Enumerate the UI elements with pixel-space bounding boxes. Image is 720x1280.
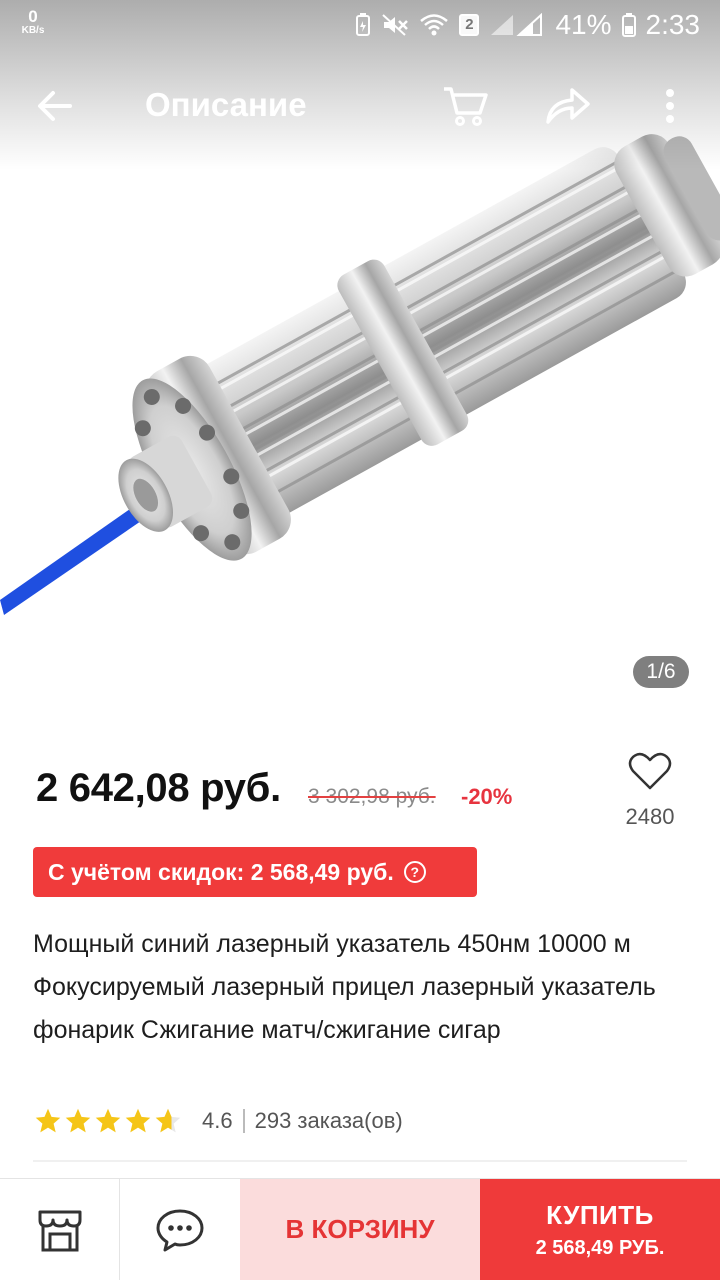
product-title: Мощный синий лазерный указатель 450нм 10… <box>33 930 656 1044</box>
store-icon <box>38 1210 81 1251</box>
image-counter: 1/6 <box>633 656 689 688</box>
section-divider <box>33 1160 687 1162</box>
discount-price-banner[interactable]: С учётом скидок: 2 568,49 руб. ? <box>33 847 477 897</box>
clock: 2:33 <box>645 9 701 40</box>
wifi-icon <box>419 13 449 37</box>
network-speed: 0 KB/s <box>18 8 48 36</box>
back-button[interactable] <box>30 84 78 128</box>
more-vert-icon <box>666 89 674 123</box>
back-arrow-icon <box>38 91 72 121</box>
heart-icon <box>628 752 672 790</box>
half-star-icon <box>155 1108 181 1133</box>
more-button[interactable] <box>652 82 688 130</box>
star-icon <box>35 1108 61 1133</box>
page-title: Описание <box>145 86 307 123</box>
wishlist-count: 2480 <box>625 804 675 829</box>
store-button[interactable] <box>0 1179 120 1280</box>
chat-icon <box>156 1209 204 1251</box>
star-icon <box>95 1108 121 1133</box>
battery-icon <box>621 13 636 37</box>
network-speed-unit: KB/s <box>21 25 45 36</box>
product-price: 2 642,08 руб. <box>36 766 281 810</box>
buy-now-label: КУПИТЬ <box>546 1199 654 1230</box>
app-bar: Описание <box>0 70 720 142</box>
star-icon <box>65 1108 91 1133</box>
orders-count: 293 заказа(ов) <box>254 1108 403 1133</box>
discount-badge: -20% <box>461 784 513 809</box>
wishlist-button[interactable] <box>620 746 680 796</box>
rating-row[interactable]: 4.6 293 заказа(ов) <box>34 1104 403 1138</box>
battery-percent: 41% <box>555 9 612 40</box>
rating-score: 4.6 <box>202 1108 233 1133</box>
buy-now-price: 2 568,49 РУБ. <box>535 1236 665 1259</box>
bottom-action-bar: В КОРЗИНУ КУПИТЬ 2 568,49 РУБ. <box>0 1178 720 1280</box>
share-button[interactable] <box>540 82 596 130</box>
network-speed-value: 0 <box>28 7 38 26</box>
status-icons: 2 41% 2:33 <box>355 8 700 42</box>
buy-now-button[interactable]: КУПИТЬ 2 568,49 РУБ. <box>480 1179 720 1280</box>
help-icon[interactable]: ? <box>403 861 426 883</box>
cart-button[interactable] <box>438 82 492 130</box>
rating-stars <box>34 1107 182 1135</box>
chat-button[interactable] <box>120 1179 240 1280</box>
product-page: 1/6 0 KB/s 2 41% 2:33 Описание 2 642,08 … <box>0 0 720 1280</box>
add-to-cart-button[interactable]: В КОРЗИНУ <box>240 1179 480 1280</box>
battery-saver-icon <box>355 13 371 37</box>
signal-icon <box>489 13 545 37</box>
cart-icon <box>444 87 488 126</box>
original-price: 3 302,98 руб. <box>308 785 436 808</box>
mute-icon <box>381 13 409 37</box>
star-icon <box>125 1108 151 1133</box>
rating-separator <box>242 1109 245 1133</box>
share-icon <box>546 88 590 124</box>
status-bar: 0 KB/s 2 41% 2:33 <box>0 0 720 50</box>
discount-price-text: С учётом скидок: 2 568,49 руб. <box>48 858 394 885</box>
sim-slot-indicator: 2 <box>459 14 480 36</box>
